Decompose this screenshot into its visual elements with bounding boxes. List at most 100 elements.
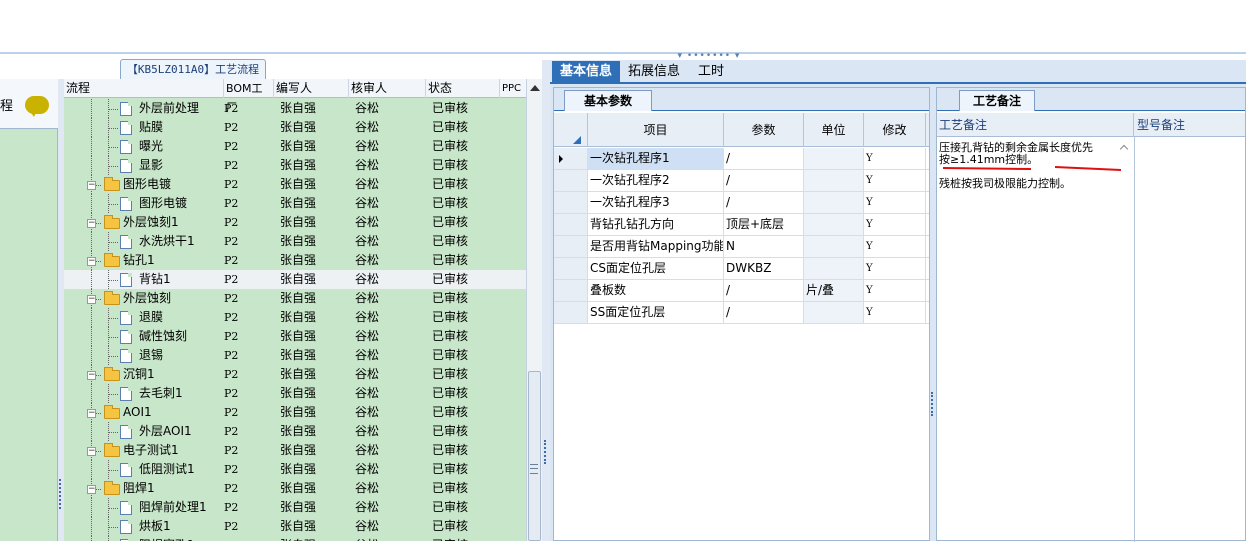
tree-node[interactable]: 烘板1 [64,517,224,536]
param-modify-cell[interactable]: Y [864,302,926,323]
tree-node[interactable]: − AOI1 [64,403,224,422]
tab-extended-info[interactable]: 拓展信息 [620,61,688,84]
col-header-reviewer[interactable]: 核审人 [349,79,426,98]
tree-node[interactable]: 水洗烘干1 [64,232,224,251]
param-unit-cell[interactable] [804,236,864,257]
col-header-unit[interactable]: 单位 [804,113,864,147]
tab-work-hours[interactable]: 工时 [690,61,732,84]
row-indicator[interactable] [554,258,588,279]
param-value-cell[interactable]: 顶层+底层 [724,214,804,235]
param-modify-cell[interactable]: Y [864,170,926,191]
col-header-bom[interactable]: BOM工厂 [224,79,274,114]
param-row[interactable]: SS面定位孔层 / Y [554,302,929,324]
tree-node[interactable]: 显影 [64,156,224,175]
tree-node[interactable]: 曝光 [64,137,224,156]
param-item-cell[interactable]: 一次钻孔程序1 [588,148,724,169]
tree-node[interactable]: 外层前处理 [64,99,224,118]
param-unit-cell[interactable] [804,170,864,191]
tree-node[interactable]: − 阻焊1 [64,479,224,498]
param-modify-cell[interactable]: Y [864,258,926,279]
tree-row[interactable]: − 图形电镀 P2 张自强 谷松 已审核 [64,175,526,194]
tree-node[interactable]: 背钻1 [64,270,224,289]
param-item-cell[interactable]: 一次钻孔程序2 [588,170,724,191]
param-modify-cell[interactable]: Y [864,214,926,235]
param-unit-cell[interactable] [804,148,864,169]
collapse-toggle-icon[interactable]: − [87,371,96,380]
tree-node[interactable]: 退锡 [64,346,224,365]
col-header-writer[interactable]: 编写人 [274,79,349,98]
process-remark-text[interactable]: 压接孔背钻的剩余金属长度优先 按≥1.41mm控制。 [939,142,1115,166]
param-unit-cell[interactable] [804,214,864,235]
tree-row[interactable]: 显影 P2 张自强 谷松 已审核 [64,156,526,175]
param-item-cell[interactable]: 背钻孔钻孔方向 [588,214,724,235]
tree-row[interactable]: 退膜 P2 张自强 谷松 已审核 [64,308,526,327]
param-modify-cell[interactable]: Y [864,280,926,301]
tree-row[interactable]: − 沉铜1 P2 张自强 谷松 已审核 [64,365,526,384]
param-row[interactable]: 背钻孔钻孔方向 顶层+底层 Y [554,214,929,236]
param-unit-cell[interactable]: 片/叠 [804,280,864,301]
collapse-toggle-icon[interactable]: − [87,181,96,190]
tab-process-remarks[interactable]: 工艺备注 [959,90,1035,111]
col-header-modify[interactable]: 修改 [864,113,926,147]
row-indicator[interactable] [554,236,588,257]
param-modify-cell[interactable]: Y [864,192,926,213]
tree-row[interactable]: − 外层蚀刻1 P2 张自强 谷松 已审核 [64,213,526,232]
col-header-value[interactable]: 参数 [724,113,804,147]
col-header-item[interactable]: 项目 [588,113,724,147]
param-value-cell[interactable]: / [724,302,804,323]
tree-row[interactable]: 去毛刺1 P2 张自强 谷松 已审核 [64,384,526,403]
tree-row[interactable]: 外层前处理 P2 张自强 谷松 已审核 [64,99,526,118]
remark-scrollbar[interactable] [1118,140,1132,542]
param-item-cell[interactable]: 是否用背钻Mapping功能 [588,236,724,257]
tree-row[interactable]: 曝光 P2 张自强 谷松 已审核 [64,137,526,156]
scroll-thumb[interactable] [528,371,541,541]
tree-row[interactable]: 退锡 P2 张自强 谷松 已审核 [64,346,526,365]
tree-node[interactable]: 阻焊塞孔1 [64,536,224,541]
row-indicator[interactable] [554,302,588,323]
tab-basic-params[interactable]: 基本参数 [564,90,652,111]
param-row[interactable]: 一次钻孔程序2/ Y [554,170,929,192]
collapse-toggle-icon[interactable]: − [87,447,96,456]
row-indicator[interactable] [554,214,588,235]
tree-node[interactable]: 外层AOI1 [64,422,224,441]
param-row[interactable]: 一次钻孔程序1/ Y [554,148,929,170]
row-indicator[interactable] [554,192,588,213]
param-value-cell[interactable]: DWKBZ [724,258,804,279]
collapse-toggle-icon[interactable]: − [87,257,96,266]
tree-row[interactable]: 烘板1 P2 张自强 谷松 已审核 [64,517,526,536]
collapse-toggle-icon[interactable]: − [87,485,96,494]
row-indicator[interactable] [554,170,588,191]
param-row[interactable]: CS面定位孔层 DWKBZ Y [554,258,929,280]
splitter-grip-icon[interactable]: ▾ ••••••• ▾ [676,52,742,61]
tree-scrollbar[interactable] [526,79,542,541]
param-value-cell[interactable]: / [724,280,804,301]
param-value-cell[interactable]: / [724,148,804,169]
param-row[interactable]: 是否用背钻Mapping功能 N Y [554,236,929,258]
tree-row[interactable]: 贴膜 P2 张自强 谷松 已审核 [64,118,526,137]
tree-row[interactable]: 阻焊前处理1 P2 张自强 谷松 已审核 [64,498,526,517]
param-item-cell[interactable]: 叠板数 [588,280,724,301]
row-indicator[interactable] [554,280,588,301]
param-value-cell[interactable]: / [724,170,804,191]
tree-node[interactable]: − 钻孔1 [64,251,224,270]
tree-row[interactable]: − 阻焊1 P2 张自强 谷松 已审核 [64,479,526,498]
tree-node[interactable]: 去毛刺1 [64,384,224,403]
param-unit-cell[interactable] [804,192,864,213]
chat-bubble-icon[interactable] [25,96,49,117]
tree-node[interactable]: − 外层蚀刻1 [64,213,224,232]
col-header-ppc[interactable]: PPC [500,79,526,98]
tree-node[interactable]: 阻焊前处理1 [64,498,224,517]
param-unit-cell[interactable] [804,258,864,279]
param-item-cell[interactable]: CS面定位孔层 [588,258,724,279]
param-modify-cell[interactable]: Y [864,236,926,257]
tree-row[interactable]: − 钻孔1 P2 张自强 谷松 已审核 [64,251,526,270]
col-header-status[interactable]: 状态 [426,79,500,98]
param-unit-cell[interactable] [804,302,864,323]
param-row[interactable]: 一次钻孔程序3/ Y [554,192,929,214]
chevron-up-icon[interactable] [1119,144,1129,154]
tree-row[interactable]: 碱性蚀刻 P2 张自强 谷松 已审核 [64,327,526,346]
param-row[interactable]: 叠板数 / 片/叠 Y [554,280,929,302]
tree-node[interactable]: − 电子测试1 [64,441,224,460]
tree-row[interactable]: 阻焊塞孔1 P2 张自强 谷松 已审核 [64,536,526,541]
collapse-toggle-icon[interactable]: − [87,295,96,304]
